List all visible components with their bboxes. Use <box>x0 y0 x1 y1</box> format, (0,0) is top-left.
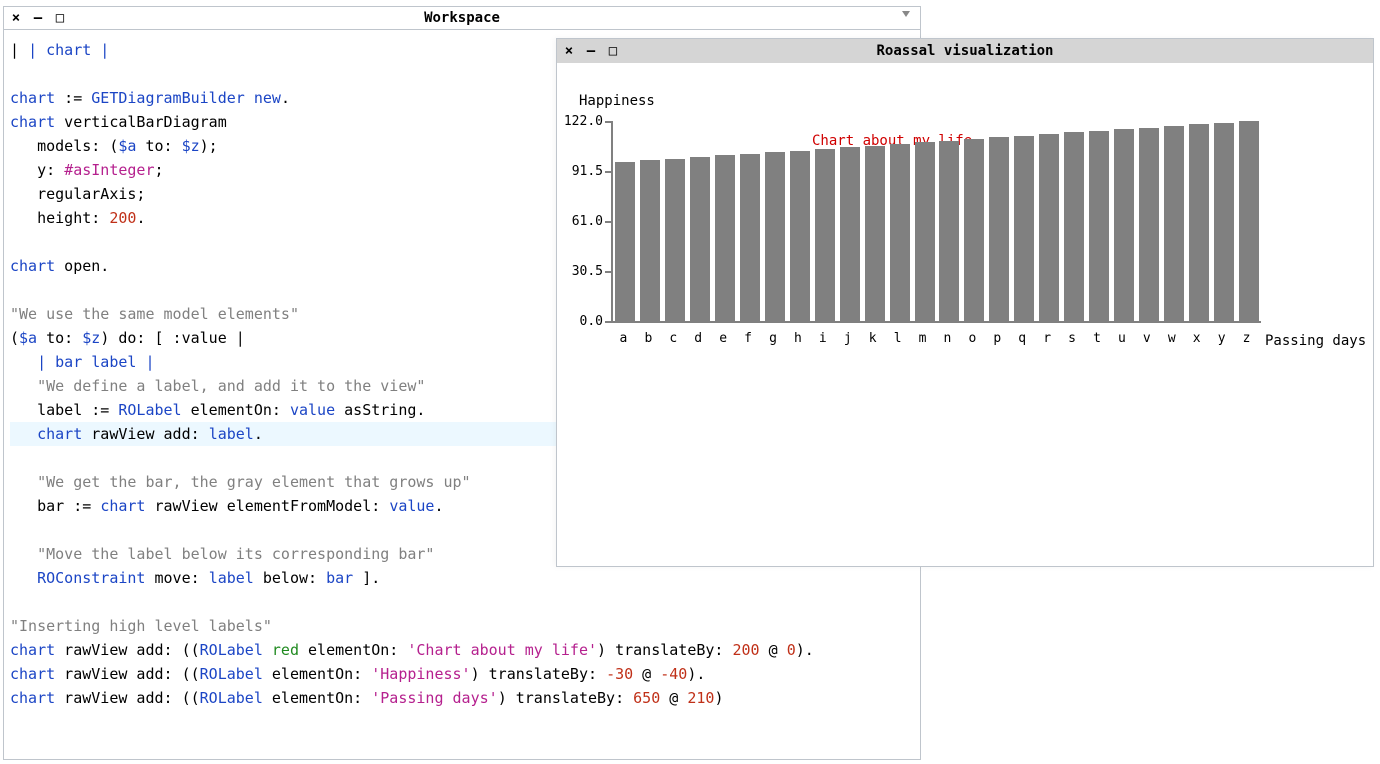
workspace-title: Workspace <box>4 10 920 26</box>
y-tick <box>605 121 611 123</box>
menu-chevron-down-icon[interactable] <box>902 11 910 17</box>
x-tick-label: u <box>1112 331 1132 346</box>
x-tick-label: f <box>738 331 758 346</box>
x-tick-label: w <box>1162 331 1182 346</box>
y-tick <box>605 171 611 173</box>
chart-bar[interactable] <box>1214 123 1234 321</box>
visualization-window: × – □ Roassal visualization Happiness Ch… <box>556 38 1374 567</box>
x-tick-label: s <box>1062 331 1082 346</box>
minimize-icon[interactable]: – <box>585 44 597 58</box>
chart-bar[interactable] <box>1039 134 1059 321</box>
y-tick <box>605 271 611 273</box>
close-icon[interactable]: × <box>10 11 22 25</box>
bars-container <box>613 121 1261 321</box>
x-tick-label: l <box>888 331 908 346</box>
chart-bar[interactable] <box>865 146 885 321</box>
x-tick-label: m <box>913 331 933 346</box>
chart-xlabel: Passing days <box>1265 333 1366 349</box>
x-tick-label: v <box>1137 331 1157 346</box>
chart-bar[interactable] <box>1189 124 1209 321</box>
x-tick-label: h <box>788 331 808 346</box>
x-tick-label: i <box>813 331 833 346</box>
chart-bar[interactable] <box>1239 121 1259 321</box>
chart-bar[interactable] <box>690 157 710 321</box>
x-tick-label: b <box>638 331 658 346</box>
y-tick <box>605 321 611 323</box>
chart-bar[interactable] <box>989 137 1009 321</box>
chart-bar[interactable] <box>790 151 810 321</box>
x-tick-label: r <box>1037 331 1057 346</box>
x-tick-label: e <box>713 331 733 346</box>
maximize-icon[interactable]: □ <box>607 44 619 58</box>
x-tick-label: d <box>688 331 708 346</box>
chart-bar[interactable] <box>1164 126 1184 321</box>
visualization-titlebar[interactable]: × – □ Roassal visualization <box>557 39 1373 63</box>
y-tick <box>605 221 611 223</box>
chart-bar[interactable] <box>840 147 860 321</box>
x-tick-label: p <box>987 331 1007 346</box>
close-icon[interactable]: × <box>563 44 575 58</box>
x-tick-label: o <box>962 331 982 346</box>
chart-bar[interactable] <box>939 141 959 321</box>
chart-bar[interactable] <box>715 155 735 321</box>
chart-bar[interactable] <box>615 162 635 321</box>
chart-bar[interactable] <box>640 160 660 321</box>
y-tick-label: 30.5 <box>563 264 603 279</box>
chart-canvas[interactable]: Happiness Chart about my life 0.030.561.… <box>557 63 1373 566</box>
x-tick-label: z <box>1237 331 1257 346</box>
chart-bar[interactable] <box>765 152 785 321</box>
chart-ylabel: Happiness <box>579 93 655 109</box>
minimize-icon[interactable]: – <box>32 11 44 25</box>
x-axis <box>611 321 1261 323</box>
y-tick-label: 91.5 <box>563 164 603 179</box>
visualization-title: Roassal visualization <box>557 43 1373 59</box>
chart-bar[interactable] <box>1114 129 1134 321</box>
chart-bar[interactable] <box>1089 131 1109 321</box>
x-tick-label: y <box>1212 331 1232 346</box>
chart-bar[interactable] <box>1064 132 1084 321</box>
chart-bar[interactable] <box>740 154 760 321</box>
y-tick-label: 61.0 <box>563 214 603 229</box>
x-tick-label: g <box>763 331 783 346</box>
x-tick-label: n <box>937 331 957 346</box>
chart-bar[interactable] <box>890 144 910 321</box>
x-tick-label: q <box>1012 331 1032 346</box>
y-tick-label: 0.0 <box>563 314 603 329</box>
y-tick-label: 122.0 <box>563 114 603 129</box>
x-tick-label: c <box>663 331 683 346</box>
chart-bar[interactable] <box>915 142 935 321</box>
chart-bar[interactable] <box>1139 128 1159 321</box>
chart-bar[interactable] <box>815 149 835 321</box>
x-tick-label: a <box>613 331 633 346</box>
chart-bar[interactable] <box>1014 136 1034 321</box>
chart-bar[interactable] <box>665 159 685 321</box>
maximize-icon[interactable]: □ <box>54 11 66 25</box>
x-tick-label: t <box>1087 331 1107 346</box>
x-tick-label: k <box>863 331 883 346</box>
x-tick-label: j <box>838 331 858 346</box>
x-tick-label: x <box>1187 331 1207 346</box>
chart-bar[interactable] <box>964 139 984 321</box>
workspace-titlebar[interactable]: × – □ Workspace <box>4 7 920 30</box>
